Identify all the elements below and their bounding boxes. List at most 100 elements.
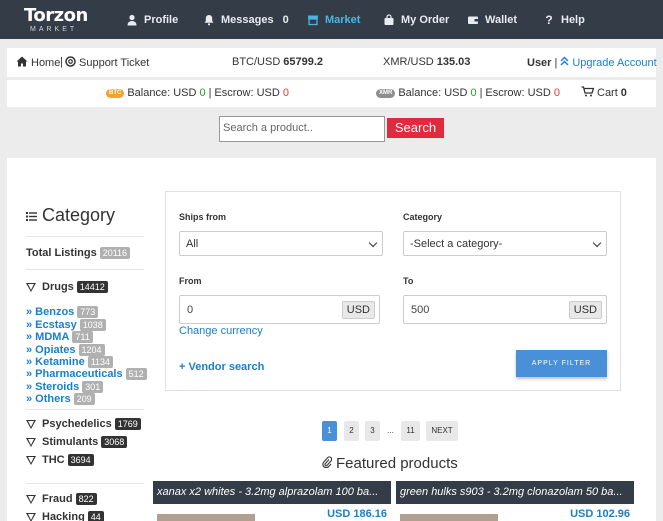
subcategory-ketamine[interactable]: » Ketamine 1134 [26, 356, 114, 368]
cart-label: Cart [597, 87, 618, 99]
subcategory-opiates[interactable]: » Opiates 1204 [26, 344, 105, 356]
next-page-button[interactable]: NEXT [426, 421, 458, 441]
subcategory-count: 773 [77, 306, 99, 318]
category-select[interactable]: -Select a category- [403, 231, 607, 256]
page-2[interactable]: 2 [344, 421, 359, 441]
nav-my-order[interactable]: My Order [383, 13, 449, 27]
subcategory-ecstasy[interactable]: » Ecstasy 1038 [26, 319, 106, 331]
subcategory-count: 209 [73, 393, 95, 405]
category-title: Category [42, 205, 116, 225]
subcategory-label: » MDMA [26, 331, 70, 343]
price-to-value: 500 [411, 304, 430, 316]
subcategory-count: 1204 [78, 344, 105, 356]
subcategory-label: » Opiates [26, 344, 76, 356]
product-price: USD 102.96 [570, 508, 630, 520]
messages-count: 0 [282, 14, 289, 26]
search-input[interactable]: Search a product.. [219, 116, 385, 142]
product-image[interactable] [400, 514, 498, 521]
category-label: Stimulants [42, 436, 99, 448]
ships-from-value: All [186, 238, 199, 250]
nav-wallet[interactable]: Wallet [467, 13, 517, 27]
to-label: To [403, 276, 414, 286]
xmr-balance: XMR Balance: USD 0 | Escrow: USD 0 [376, 87, 560, 99]
triangle-down-icon [26, 437, 36, 447]
change-currency-link[interactable]: Change currency [179, 325, 263, 337]
category-stimulants[interactable]: Stimulants 3068 [26, 436, 128, 448]
subcategory-pharmaceuticals[interactable]: » Pharmaceuticals 512 [26, 368, 147, 380]
apply-filter-button[interactable]: APPLY FILTER [516, 350, 607, 377]
category-thc[interactable]: THC 3694 [26, 454, 94, 466]
subcategory-count: 301 [82, 381, 104, 393]
category-filter-label: Category [403, 212, 443, 222]
category-count: 1769 [114, 418, 141, 430]
subcategory-mdma[interactable]: » MDMA 711 [26, 331, 93, 343]
product-card[interactable]: green hulks s903 - 3.2mg clonazolam 50 b… [396, 481, 634, 521]
upgrade-account-link[interactable]: Upgrade Account [572, 57, 656, 69]
product-title[interactable]: green hulks s903 - 3.2mg clonazolam 50 b… [396, 481, 634, 504]
subcategory-benzos[interactable]: » Benzos 773 [26, 306, 99, 318]
product-image[interactable] [157, 514, 255, 521]
page-ellipsis: ... [387, 426, 394, 435]
category-label: THC [42, 454, 65, 466]
xmr-rate-value: 135.03 [436, 56, 471, 68]
subcategory-count: 512 [125, 368, 147, 380]
price-from-input[interactable]: 0 USD [179, 295, 380, 324]
logo[interactable]: Torzon MARKET [24, 7, 96, 35]
triangle-down-icon [26, 419, 36, 429]
subcategory-label: » Pharmaceuticals [26, 368, 123, 380]
home-link[interactable]: Home [16, 56, 60, 70]
product-card[interactable]: xanax x2 whites - 3.2mg alprazolam 100 b… [153, 481, 391, 521]
home-icon [16, 56, 28, 70]
btc-escrow-value: 0 [282, 87, 289, 99]
category-fraud[interactable]: Fraud 822 [26, 493, 97, 505]
xmr-tag: XMR [376, 88, 396, 98]
price-to-unit: USD [568, 301, 602, 319]
nav-help-label: Help [561, 14, 585, 26]
category-select-value: -Select a category- [410, 238, 503, 250]
nav-messages-label: Messages [221, 14, 274, 26]
nav-profile[interactable]: Profile [126, 13, 178, 27]
xmr-balance-value: 0 [470, 87, 477, 99]
divider-bar: | [208, 87, 212, 99]
product-title[interactable]: xanax x2 whites - 3.2mg alprazolam 100 b… [153, 481, 391, 504]
category-count: 44 [87, 511, 104, 521]
vendor-search-link[interactable]: + Vendor search [179, 361, 264, 373]
nav-market-label: Market [325, 14, 361, 26]
subcategory-steroids[interactable]: » Steroids 301 [26, 381, 104, 393]
btc-balance-label: Balance: USD [127, 87, 197, 99]
subcategory-label: » Steroids [26, 381, 80, 393]
nav-help[interactable]: ? Help [543, 13, 585, 27]
triangle-down-icon [26, 282, 36, 292]
nav-messages[interactable]: Messages 0 [203, 13, 289, 27]
xmr-escrow-label: Escrow: USD [485, 87, 551, 99]
question-icon: ? [545, 13, 553, 27]
category-psychedelics[interactable]: Psychedelics 1769 [26, 418, 141, 430]
price-to-input[interactable]: 500 USD [403, 295, 607, 324]
support-icon [65, 56, 76, 70]
xmr-rate: XMR/USD 135.03 [383, 56, 470, 68]
category-drugs[interactable]: Drugs 14412 [26, 281, 108, 293]
page-3[interactable]: 3 [365, 421, 380, 441]
nav-my-order-label: My Order [401, 14, 450, 26]
subcategory-others[interactable]: » Others 209 [26, 393, 95, 405]
featured-title: Featured products [336, 455, 458, 472]
page-11[interactable]: 11 [401, 421, 420, 441]
category-drugs-label: Drugs [42, 281, 74, 293]
ships-from-select[interactable]: All [179, 231, 383, 256]
home-label: Home [31, 57, 61, 69]
category-hacking[interactable]: Hacking 44 [26, 511, 104, 521]
cart-link[interactable]: Cart 0 [581, 86, 627, 100]
category-label: Hacking [42, 511, 85, 521]
divider-bar: | [60, 56, 63, 68]
nav-market[interactable]: Market [307, 13, 360, 27]
category-label: Fraud [42, 493, 73, 505]
page-1[interactable]: 1 [322, 421, 337, 441]
ships-from-label: Ships from [179, 212, 227, 222]
bell-icon [203, 14, 215, 26]
total-listings-label: Total Listings [26, 247, 97, 259]
divider [26, 483, 144, 484]
btc-balance: BTC Balance: USD 0 | Escrow: USD 0 [106, 87, 289, 99]
search-button[interactable]: Search [387, 118, 444, 138]
user-name[interactable]: User [527, 57, 551, 69]
support-ticket-link[interactable]: Support Ticket [65, 56, 149, 70]
